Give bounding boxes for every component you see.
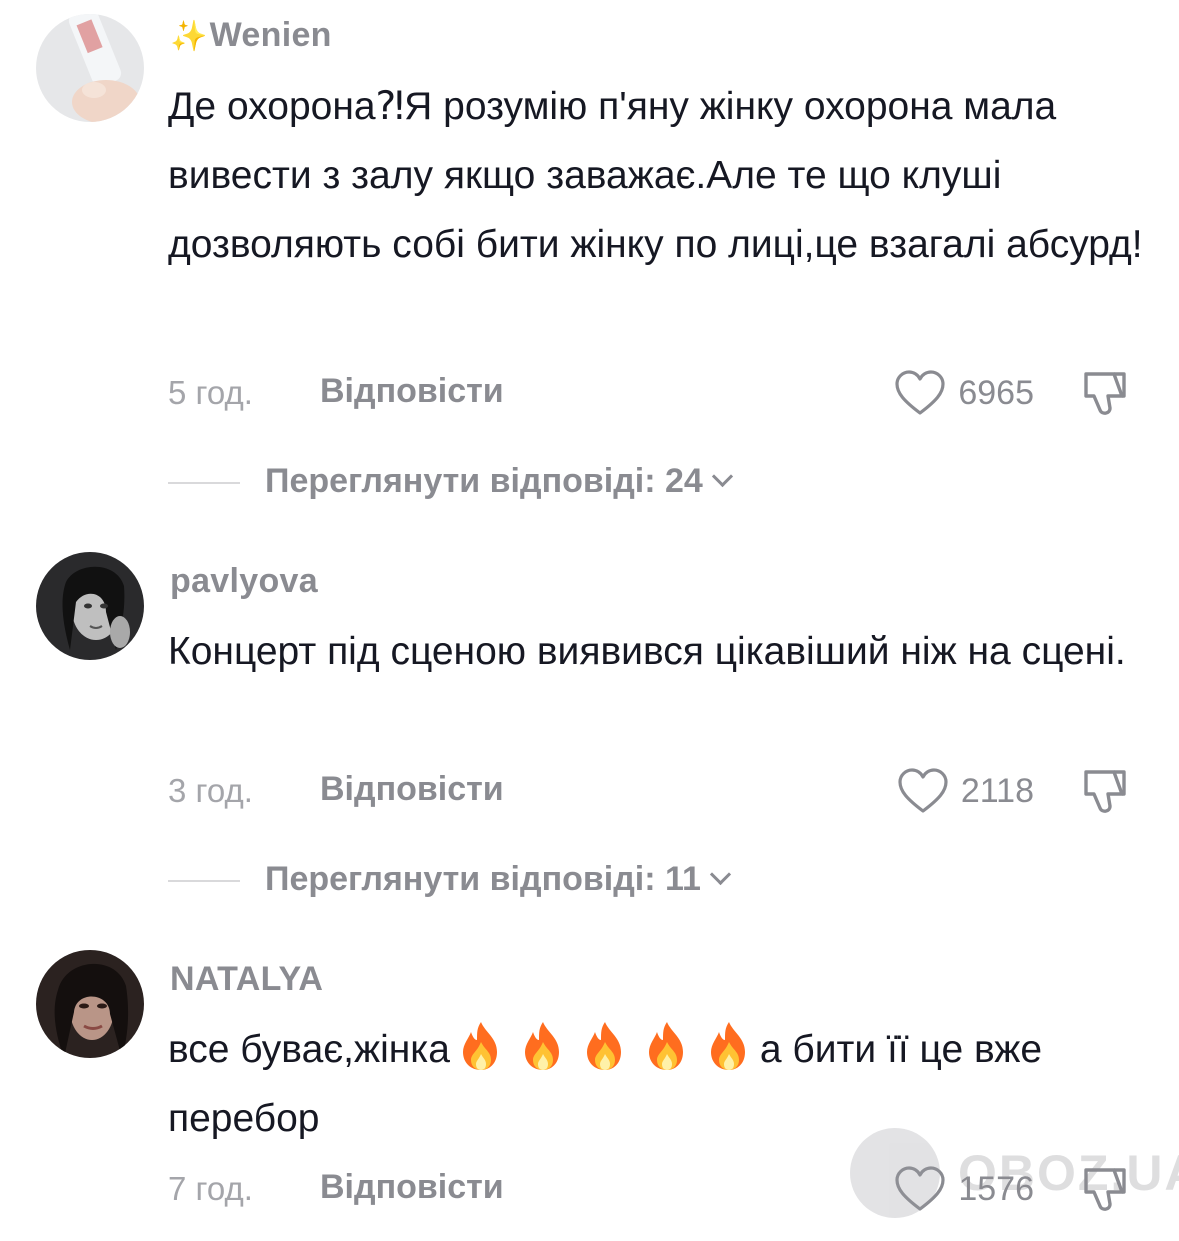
like-count: 6965: [958, 373, 1034, 412]
comment-time: 5 год.: [168, 374, 253, 411]
comment-text: Де охорона⁈Я розумію п'яну жінку охорона…: [168, 85, 1143, 266]
dislike-button[interactable]: [1078, 1164, 1132, 1214]
dislike-button[interactable]: [1078, 368, 1132, 418]
comment-meta: 3 год. Відповісти 2118: [168, 766, 1138, 816]
comment-meta: 7 год. Відповісти 1576: [168, 1164, 1138, 1214]
view-replies-button[interactable]: Переглянути відповіді: 24: [168, 462, 868, 502]
sparkles-icon: ✨: [170, 20, 208, 53]
avatar[interactable]: [36, 950, 144, 1058]
comment-text: все буває,жінка а бити її це вже перебор: [168, 1015, 1143, 1153]
view-replies-button[interactable]: Переглянути відповіді: 11: [168, 860, 868, 900]
comment-time: 7 год.: [168, 1170, 253, 1207]
like-button[interactable]: 1576: [894, 1164, 1034, 1214]
divider-line: [168, 880, 240, 882]
comment-text: Концерт під сценою виявився цікавіший ні…: [168, 630, 1126, 673]
reply-button[interactable]: Відповісти: [320, 372, 504, 411]
like-count: 2118: [960, 771, 1034, 810]
view-replies-label: Переглянути відповіді: 24: [265, 462, 733, 501]
avatar[interactable]: [36, 14, 144, 122]
chevron-down-icon: [711, 465, 733, 488]
avatar[interactable]: [36, 552, 144, 660]
heart-icon: [895, 1166, 945, 1211]
reply-button[interactable]: Відповісти: [320, 770, 504, 809]
fire-emoji: [643, 1020, 691, 1072]
comment-text-before: все буває,жінка: [168, 1028, 450, 1071]
like-count: 1576: [958, 1169, 1034, 1208]
comment-username[interactable]: NATALYA: [170, 960, 323, 999]
fire-emoji: [457, 1020, 505, 1072]
avatar-photo: [36, 552, 144, 660]
reply-button[interactable]: Відповісти: [320, 1168, 504, 1207]
thumbs-down-icon: [1084, 372, 1126, 415]
comment-time: 3 год.: [168, 772, 253, 809]
avatar-photo: [36, 950, 144, 1058]
dislike-button[interactable]: [1078, 766, 1132, 816]
divider-line: [168, 482, 240, 484]
chevron-down-icon: [709, 863, 732, 886]
comment-username[interactable]: ✨Wenien: [170, 16, 332, 55]
avatar-product-image: [36, 14, 144, 122]
view-replies-label: Переглянути відповіді: 11: [265, 860, 732, 899]
like-button[interactable]: 6965: [894, 368, 1034, 418]
fire-emoji: [519, 1020, 567, 1072]
like-button[interactable]: 2118: [897, 766, 1034, 816]
comment-meta: 5 год. Відповісти 6965: [168, 368, 1138, 418]
thumbs-down-icon: [1084, 770, 1126, 813]
comment-username[interactable]: pavlyova: [170, 562, 318, 601]
thumbs-down-icon: [1084, 1168, 1126, 1211]
heart-icon: [898, 768, 948, 813]
fire-emoji: [581, 1020, 629, 1072]
heart-icon: [895, 370, 945, 415]
fire-emoji: [705, 1020, 753, 1072]
